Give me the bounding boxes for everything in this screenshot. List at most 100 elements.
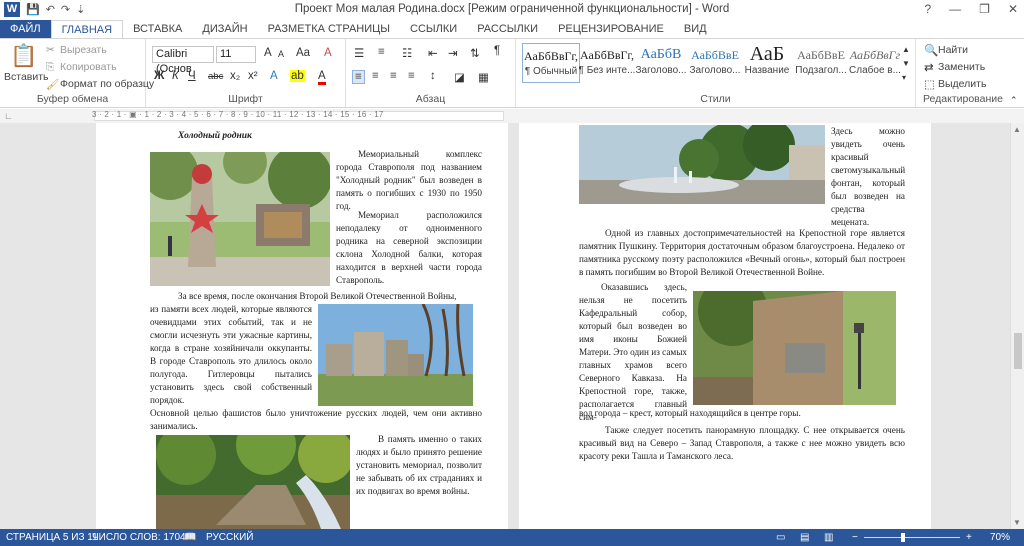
replace-icon[interactable]: ⇄ <box>924 60 934 74</box>
format-painter-button[interactable]: Формат по образцу <box>60 78 154 90</box>
tab-insert[interactable]: ВСТАВКА <box>123 20 192 39</box>
tab-selector-icon[interactable]: ∟ <box>4 111 13 121</box>
spring-park-photo[interactable] <box>156 435 350 529</box>
editing-group-label: Редактирование <box>923 93 1003 105</box>
tab-references[interactable]: ССЫЛКИ <box>400 20 467 39</box>
styles-scroll-down-icon[interactable]: ▼ <box>902 59 910 68</box>
highlight-button[interactable]: ab <box>290 70 305 82</box>
shading-icon[interactable]: ◪ <box>454 70 465 84</box>
style-title[interactable]: АаБ Название <box>738 43 796 83</box>
style-heading-2[interactable]: АаБбВвЕ Заголово... <box>686 43 744 83</box>
format-painter-icon[interactable]: 🖌 <box>46 78 59 91</box>
scroll-thumb[interactable] <box>1014 333 1022 369</box>
strikethrough-button[interactable]: abc <box>208 71 223 82</box>
replace-button[interactable]: Заменить <box>938 61 985 73</box>
line-spacing-icon[interactable]: ↕ <box>430 70 436 82</box>
tab-home[interactable]: ГЛАВНАЯ <box>50 20 124 39</box>
decrease-indent-icon[interactable]: ⇤ <box>428 46 438 60</box>
show-formatting-button[interactable]: ¶ <box>494 45 500 57</box>
fountain-photo[interactable] <box>579 125 825 204</box>
style-name: Заголово... <box>689 65 741 76</box>
tab-layout[interactable]: РАЗМЕТКА СТРАНИЦЫ <box>258 20 400 39</box>
minimize-button[interactable]: — <box>949 2 961 16</box>
increase-indent-icon[interactable]: ⇥ <box>448 46 458 60</box>
grow-font-button[interactable]: A <box>264 47 272 59</box>
clear-formatting-button[interactable]: A <box>324 47 332 59</box>
numbering-icon[interactable]: ≡ <box>378 46 385 58</box>
italic-button[interactable]: К <box>172 70 179 82</box>
find-button[interactable]: Найти <box>938 44 968 56</box>
bold-button[interactable]: Ж <box>154 70 164 82</box>
proofing-icon[interactable]: 📖 <box>184 529 196 546</box>
memorial-photo[interactable] <box>150 152 330 286</box>
print-layout-icon[interactable]: ▤ <box>800 529 809 546</box>
style-subtitle[interactable]: АаБбВвЕ Подзагол... <box>792 43 850 83</box>
justify-icon[interactable]: ≡ <box>408 70 415 82</box>
zoom-level[interactable]: 70% <box>990 529 1010 546</box>
tab-mailings[interactable]: РАССЫЛКИ <box>467 20 548 39</box>
select-button[interactable]: Выделить <box>938 78 986 90</box>
style-normal[interactable]: АаБбВвГг, ¶ Обычный <box>522 43 580 83</box>
sort-icon[interactable]: ⇅ <box>470 46 480 60</box>
styles-more-icon[interactable]: ▾ <box>902 73 906 82</box>
shrink-font-button[interactable]: A <box>278 49 284 59</box>
bullets-icon[interactable]: ☰ <box>354 46 364 60</box>
zoom-slider-thumb[interactable] <box>901 533 906 542</box>
subscript-button[interactable]: x₂ <box>230 70 240 82</box>
vertical-scrollbar[interactable]: ▲ ▼ <box>1010 123 1024 529</box>
cut-icon[interactable]: ✂ <box>46 44 55 56</box>
align-center-icon[interactable]: ≡ <box>372 70 379 82</box>
ribbon: 📋 Вставить ✂ Вырезать ⎘ Копировать 🖌 Фор… <box>0 38 1024 108</box>
paragraph: Основной целью фашистов было уничтожение… <box>150 408 482 431</box>
restore-button[interactable]: ❐ <box>979 2 990 16</box>
paragraph: Мемориальный комплекс города Ставрополя … <box>336 149 482 211</box>
underline-button[interactable]: Ч <box>188 70 196 82</box>
styles-scroll-up-icon[interactable]: ▲ <box>902 45 910 54</box>
style-name: ¶ Без инте... <box>578 65 636 76</box>
multilevel-list-icon[interactable]: ☷ <box>402 46 412 60</box>
copy-icon[interactable]: ⎘ <box>46 61 54 74</box>
page-indicator[interactable]: СТРАНИЦА 5 ИЗ 11 <box>6 529 98 546</box>
zoom-slider[interactable] <box>864 537 960 538</box>
zoom-in-icon[interactable]: + <box>966 529 972 546</box>
font-color-button[interactable]: A <box>318 70 326 85</box>
word-count[interactable]: ЧИСЛО СЛОВ: 1704 <box>92 529 186 546</box>
align-left-icon[interactable]: ≡ <box>352 70 365 84</box>
change-case-button[interactable]: Aa <box>296 47 310 59</box>
language-indicator[interactable]: РУССКИЙ <box>206 529 253 546</box>
status-bar: СТРАНИЦА 5 ИЗ 11 ЧИСЛО СЛОВ: 1704 📖 РУСС… <box>0 529 1024 546</box>
zoom-out-icon[interactable]: − <box>852 529 858 546</box>
scroll-up-icon[interactable]: ▲ <box>1013 125 1021 134</box>
align-right-icon[interactable]: ≡ <box>390 70 397 82</box>
style-subtle-emphasis[interactable]: АаБбВвГг Слабое в... <box>846 43 904 83</box>
document-page[interactable]: Холодный родник Мемориальный комплекс го… <box>96 123 508 529</box>
superscript-button[interactable]: x² <box>248 70 258 82</box>
paragraph: Также следует посетить панорамную площад… <box>579 425 905 461</box>
help-button[interactable]: ? <box>924 2 931 16</box>
tab-view[interactable]: ВИД <box>674 20 717 39</box>
style-no-spacing[interactable]: АаБбВвГг, ¶ Без инте... <box>578 43 636 83</box>
paragraph: Здесь можно увидеть очень красивый свето… <box>831 126 906 227</box>
sculpture-photo[interactable] <box>318 304 473 406</box>
paste-icon[interactable]: 📋 <box>10 43 37 69</box>
text-effects-button[interactable]: A <box>270 70 278 82</box>
borders-icon[interactable]: ▦ <box>478 70 489 84</box>
web-layout-icon[interactable]: ▥ <box>824 529 833 546</box>
document-page[interactable]: Здесь можно увидеть очень красивый свето… <box>519 123 931 529</box>
style-heading-1[interactable]: АаБбВ Заголово... <box>632 43 690 83</box>
read-mode-icon[interactable]: ▭ <box>776 529 785 546</box>
tab-review[interactable]: РЕЦЕНЗИРОВАНИЕ <box>548 20 674 39</box>
close-button[interactable]: ✕ <box>1008 2 1018 16</box>
font-name-combo[interactable]: Calibri (Основ <box>152 46 214 75</box>
paste-button[interactable]: Вставить <box>4 71 49 83</box>
scroll-down-icon[interactable]: ▼ <box>1013 518 1021 527</box>
collapse-ribbon-icon[interactable]: ⌃ <box>1010 95 1018 106</box>
tab-design[interactable]: ДИЗАЙН <box>192 20 257 39</box>
copy-button[interactable]: Копировать <box>60 61 117 73</box>
tab-file[interactable]: ФАЙЛ <box>0 20 51 39</box>
font-size-combo[interactable]: 11 <box>216 46 256 63</box>
fortress-wall-photo[interactable] <box>693 291 896 405</box>
select-icon[interactable]: ⬚ <box>924 77 935 91</box>
cut-button[interactable]: Вырезать <box>60 44 107 56</box>
find-icon[interactable]: 🔍 <box>924 43 938 57</box>
